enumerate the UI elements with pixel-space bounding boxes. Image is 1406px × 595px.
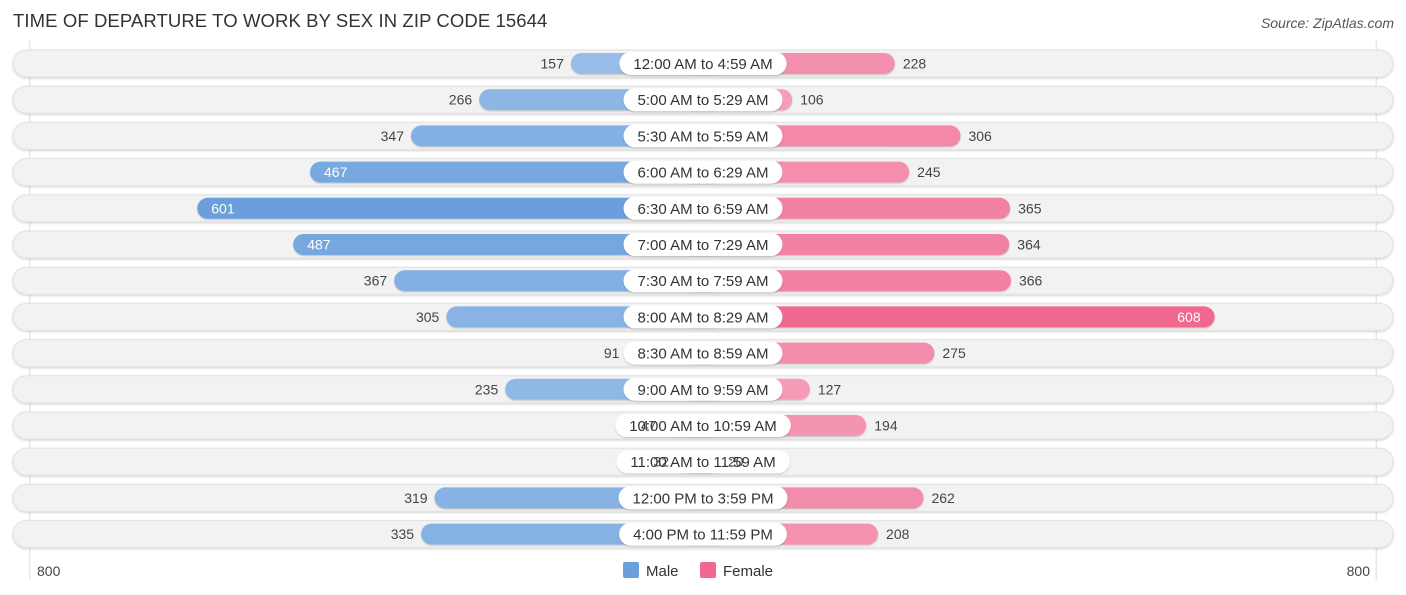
row-5: 7:00 AM to 7:29 AM 487 364 bbox=[12, 230, 1394, 259]
value-label-female: 106 bbox=[800, 92, 824, 108]
value-label-male: 347 bbox=[381, 128, 405, 144]
category-label: 9:00 AM to 9:59 AM bbox=[638, 382, 769, 399]
axis-label-left: 800 bbox=[37, 563, 61, 579]
row-0: 12:00 AM to 4:59 AM 157 228 bbox=[12, 49, 1394, 78]
row-12: 12:00 PM to 3:59 PM 319 262 bbox=[12, 483, 1394, 512]
category-label: 7:30 AM to 7:59 AM bbox=[638, 273, 769, 290]
value-label-female: 366 bbox=[1019, 273, 1043, 289]
row-4: 6:30 AM to 6:59 AM 601 365 bbox=[12, 194, 1394, 223]
value-label-male: 32 bbox=[653, 454, 669, 470]
category-label: 4:00 PM to 11:59 PM bbox=[633, 527, 773, 544]
value-label-female: 275 bbox=[942, 345, 966, 361]
rows: 12:00 AM to 4:59 AM 157 228 5:00 AM to 5:29… bbox=[12, 49, 1394, 549]
value-label-female: 262 bbox=[931, 490, 955, 506]
legend-swatch-male bbox=[623, 562, 639, 578]
category-label: 5:00 AM to 5:29 AM bbox=[638, 92, 769, 109]
row-10: 10:00 AM to 10:59 AM47 194 bbox=[12, 411, 1394, 440]
value-label-female: 228 bbox=[903, 56, 927, 72]
row-6: 7:30 AM to 7:59 AM 367 366 bbox=[12, 266, 1394, 295]
value-label-female: 364 bbox=[1017, 237, 1041, 253]
row-1: 5:00 AM to 5:29 AM 266 106 bbox=[12, 85, 1394, 114]
legend: Male Female bbox=[623, 562, 773, 580]
value-label-male: 601 bbox=[211, 200, 235, 216]
category-label: 12:00 AM to 4:59 AM bbox=[633, 56, 772, 73]
value-label-male: 335 bbox=[391, 526, 415, 542]
row-2: 5:30 AM to 5:59 AM 347 306 bbox=[12, 121, 1394, 150]
value-label-female: 245 bbox=[917, 164, 941, 180]
value-label-male: 367 bbox=[364, 273, 388, 289]
value-label-male: 305 bbox=[416, 309, 440, 325]
chart-area: 12:00 AM to 4:59 AM 157 228 5:00 AM to 5:29… bbox=[12, 40, 1394, 580]
value-label-female: 20 bbox=[728, 454, 744, 470]
value-label-male: 157 bbox=[541, 56, 565, 72]
category-label: 8:00 AM to 8:29 AM bbox=[638, 309, 769, 326]
value-label-male: 467 bbox=[324, 164, 348, 180]
legend-label-male: Male bbox=[646, 563, 679, 580]
value-label-female: 365 bbox=[1018, 200, 1042, 216]
row-3: 6:00 AM to 6:29 AM 467 245 bbox=[12, 158, 1394, 187]
legend-label-female: Female bbox=[723, 563, 773, 580]
legend-item-male[interactable]: Male bbox=[623, 562, 679, 580]
value-label-female: 208 bbox=[886, 526, 910, 542]
value-label-female: 306 bbox=[968, 128, 992, 144]
row-13: 4:00 PM to 11:59 PM 335 208 bbox=[12, 520, 1394, 549]
row-11: 11:00 AM to 11:59 AM32 20 bbox=[12, 447, 1394, 476]
category-label: 11:00 AM to 11:59 AM bbox=[630, 454, 775, 471]
row-9: 9:00 AM to 9:59 AM 235 127 bbox=[12, 375, 1394, 404]
value-label-male: 235 bbox=[475, 381, 499, 397]
row-7: 8:00 AM to 8:29 AM 305 608 bbox=[12, 302, 1394, 331]
value-label-male: 91 bbox=[604, 345, 620, 361]
category-label: 12:00 PM to 3:59 PM bbox=[633, 490, 774, 507]
value-label-male: 319 bbox=[404, 490, 428, 506]
row-8: 8:30 AM to 8:59 AM 91 275 bbox=[12, 339, 1394, 368]
value-label-male: 487 bbox=[307, 237, 331, 253]
axis-label-right: 800 bbox=[1347, 563, 1371, 579]
legend-item-female[interactable]: Female bbox=[700, 562, 773, 580]
value-label-female: 194 bbox=[874, 418, 898, 434]
category-label: 6:30 AM to 6:59 AM bbox=[638, 201, 769, 218]
value-label-female: 127 bbox=[818, 381, 842, 397]
category-label: 6:00 AM to 6:29 AM bbox=[638, 165, 769, 182]
value-label-female: 608 bbox=[1177, 309, 1201, 325]
category-label: 8:30 AM to 8:59 AM bbox=[638, 346, 769, 363]
category-label: 5:30 AM to 5:59 AM bbox=[638, 128, 769, 145]
value-label-male: 47 bbox=[641, 418, 657, 434]
value-label-male: 266 bbox=[449, 92, 473, 108]
category-label: 7:00 AM to 7:29 AM bbox=[638, 237, 769, 254]
legend-swatch-female bbox=[700, 562, 716, 578]
